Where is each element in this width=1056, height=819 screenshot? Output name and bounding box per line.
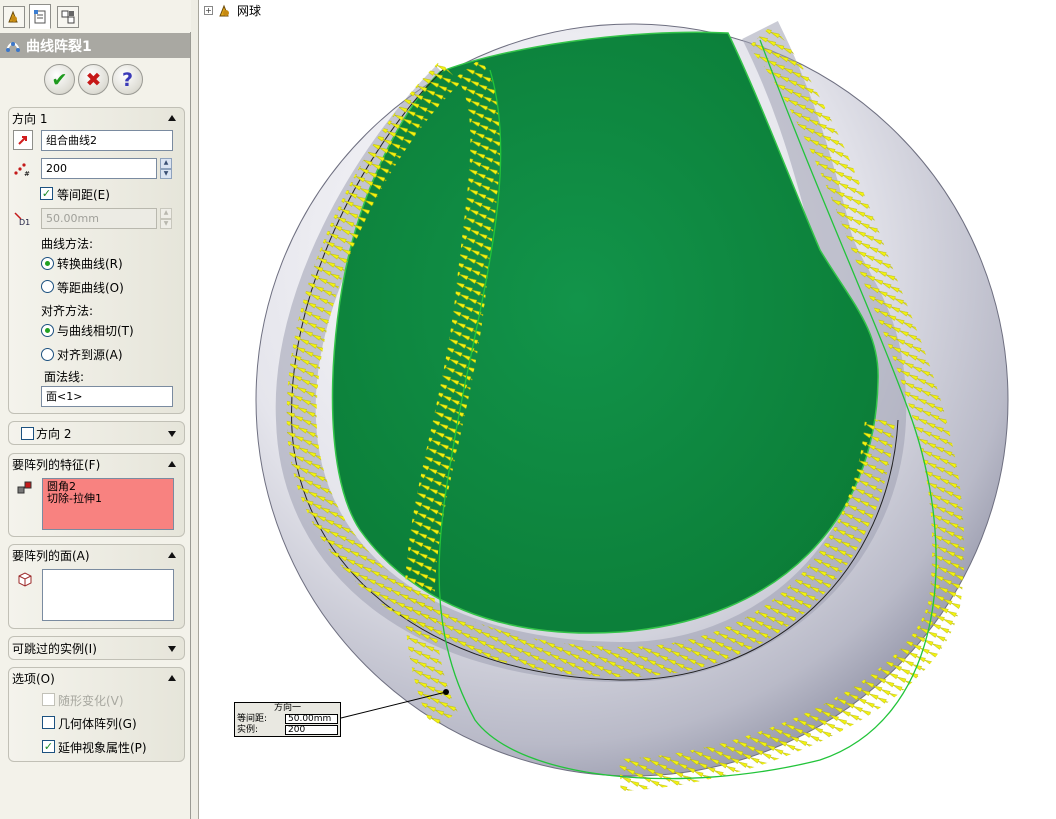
vary-sketch-label: 随形变化(V) [58,694,124,708]
svg-text:#: # [24,170,30,177]
spacing-icon: D1 [12,208,32,228]
vary-sketch-checkbox [42,693,55,706]
panel-splitter[interactable] [191,0,199,819]
align-to-source-label: 对齐到源(A) [57,348,123,362]
equal-spacing-checkbox[interactable]: ✓ [40,187,53,200]
features-collapse-icon[interactable] [168,461,176,467]
help-icon: ? [121,68,134,91]
svg-text:D1: D1 [19,218,30,227]
feature-title: 曲线阵裂1 [26,38,92,55]
geometry-pattern-label: 几何体阵列(G) [58,717,137,731]
features-icon [15,478,35,498]
direction2-expand-icon[interactable] [168,431,176,437]
close-icon: ✖ [85,68,102,91]
face-normal-label: 面法线: [44,370,85,384]
equal-spacing-label: 等间距(E) [57,188,110,202]
configuration-manager-tab[interactable] [57,6,79,28]
face-normal-field[interactable]: 面<1> [41,386,173,407]
callout-spacing-value[interactable]: 50.00mm [285,714,338,724]
direction1-header[interactable]: 方向 1 [12,110,47,127]
skip-group: 可跳过的实例(I) [8,636,185,660]
direction2-checkbox[interactable] [21,427,34,440]
feature-tree-icon [8,10,18,23]
curve-method-label: 曲线方法: [41,237,94,251]
instances-stepper[interactable]: ▲ ▼ [160,158,172,179]
check-icon: ✔ [51,68,68,91]
manager-tabs [0,0,191,32]
feature-title-bar: 曲线阵裂1 [0,33,190,58]
faces-collapse-icon[interactable] [168,552,176,558]
faces-group: 要阵列的面(A) [8,544,185,629]
direction1-group: 方向 1 组合曲线2 # 200 ▲ ▼ ✓ 等间距(E) D1 50.00mm … [8,107,185,414]
tangent-to-curve-radio[interactable] [41,324,54,337]
cancel-button[interactable]: ✖ [78,64,109,95]
direction-arrow-icon[interactable] [13,130,33,150]
skip-header[interactable]: 可跳过的实例(I) [12,640,97,657]
configuration-icon [61,10,75,24]
direction2-header[interactable]: 方向 2 [36,425,71,442]
pattern-callout[interactable]: 方向一 等间距: 50.00mm 实例: 200 [234,702,341,737]
instances-input[interactable]: 200 [41,158,157,179]
ok-button[interactable]: ✔ [44,64,75,95]
property-icon [34,9,46,23]
instances-icon: # [12,158,32,178]
direction1-collapse-icon[interactable] [168,115,176,121]
propagate-visual-checkbox[interactable]: ✓ [42,740,55,753]
curve-pattern-icon [6,41,20,52]
property-manager-panel: 曲线阵裂1 ✔ ✖ ? 方向 1 组合曲线2 # 200 ▲ ▼ ✓ 等间距(E) [0,0,191,819]
direction2-group: 方向 2 [8,421,185,445]
options-collapse-icon[interactable] [168,675,176,681]
offset-curve-label: 等距曲线(O) [57,281,124,295]
face-cube-icon [15,569,35,589]
graphics-viewport[interactable]: + 网球 方向一 等间距: 50.00mm 实例: 200 [200,0,1056,819]
faces-list[interactable] [42,569,174,621]
offset-curve-radio[interactable] [41,280,54,293]
spacing-input: 50.00mm [41,208,157,229]
features-group: 要阵列的特征(F) 圆角2 切除-拉伸1 [8,453,185,537]
propagate-visual-label: 延伸视象属性(P) [58,741,147,755]
callout-title: 方向一 [273,703,301,713]
transform-curve-radio[interactable] [41,257,54,270]
features-list[interactable]: 圆角2 切除-拉伸1 [42,478,174,530]
callout-instances-label: 实例: [237,725,259,735]
transform-curve-label: 转换曲线(R) [57,257,123,271]
geometry-pattern-checkbox[interactable] [42,716,55,729]
curve-selection-field[interactable]: 组合曲线2 [41,130,173,151]
options-group: 选项(O) 随形变化(V) 几何体阵列(G) ✓ 延伸视象属性(P) [8,667,185,762]
callout-instances-value[interactable]: 200 [285,725,338,735]
tennis-ball-model[interactable] [200,0,1056,819]
align-method-label: 对齐方法: [41,304,94,318]
feature-item[interactable]: 切除-拉伸1 [47,493,169,505]
features-header[interactable]: 要阵列的特征(F) [12,456,100,473]
spacing-stepper: ▲ ▼ [160,208,172,229]
skip-expand-icon[interactable] [168,646,176,652]
feature-manager-tab[interactable] [3,6,25,28]
align-to-source-radio[interactable] [41,348,54,361]
help-button[interactable]: ? [112,64,143,95]
action-buttons: ✔ ✖ ? [44,64,143,96]
callout-anchor-dot [443,689,449,695]
faces-header[interactable]: 要阵列的面(A) [12,547,90,564]
property-manager-tab[interactable] [29,4,51,29]
tangent-to-curve-label: 与曲线相切(T) [57,324,134,338]
callout-spacing-label: 等间距: [237,714,268,724]
options-header[interactable]: 选项(O) [12,670,55,687]
